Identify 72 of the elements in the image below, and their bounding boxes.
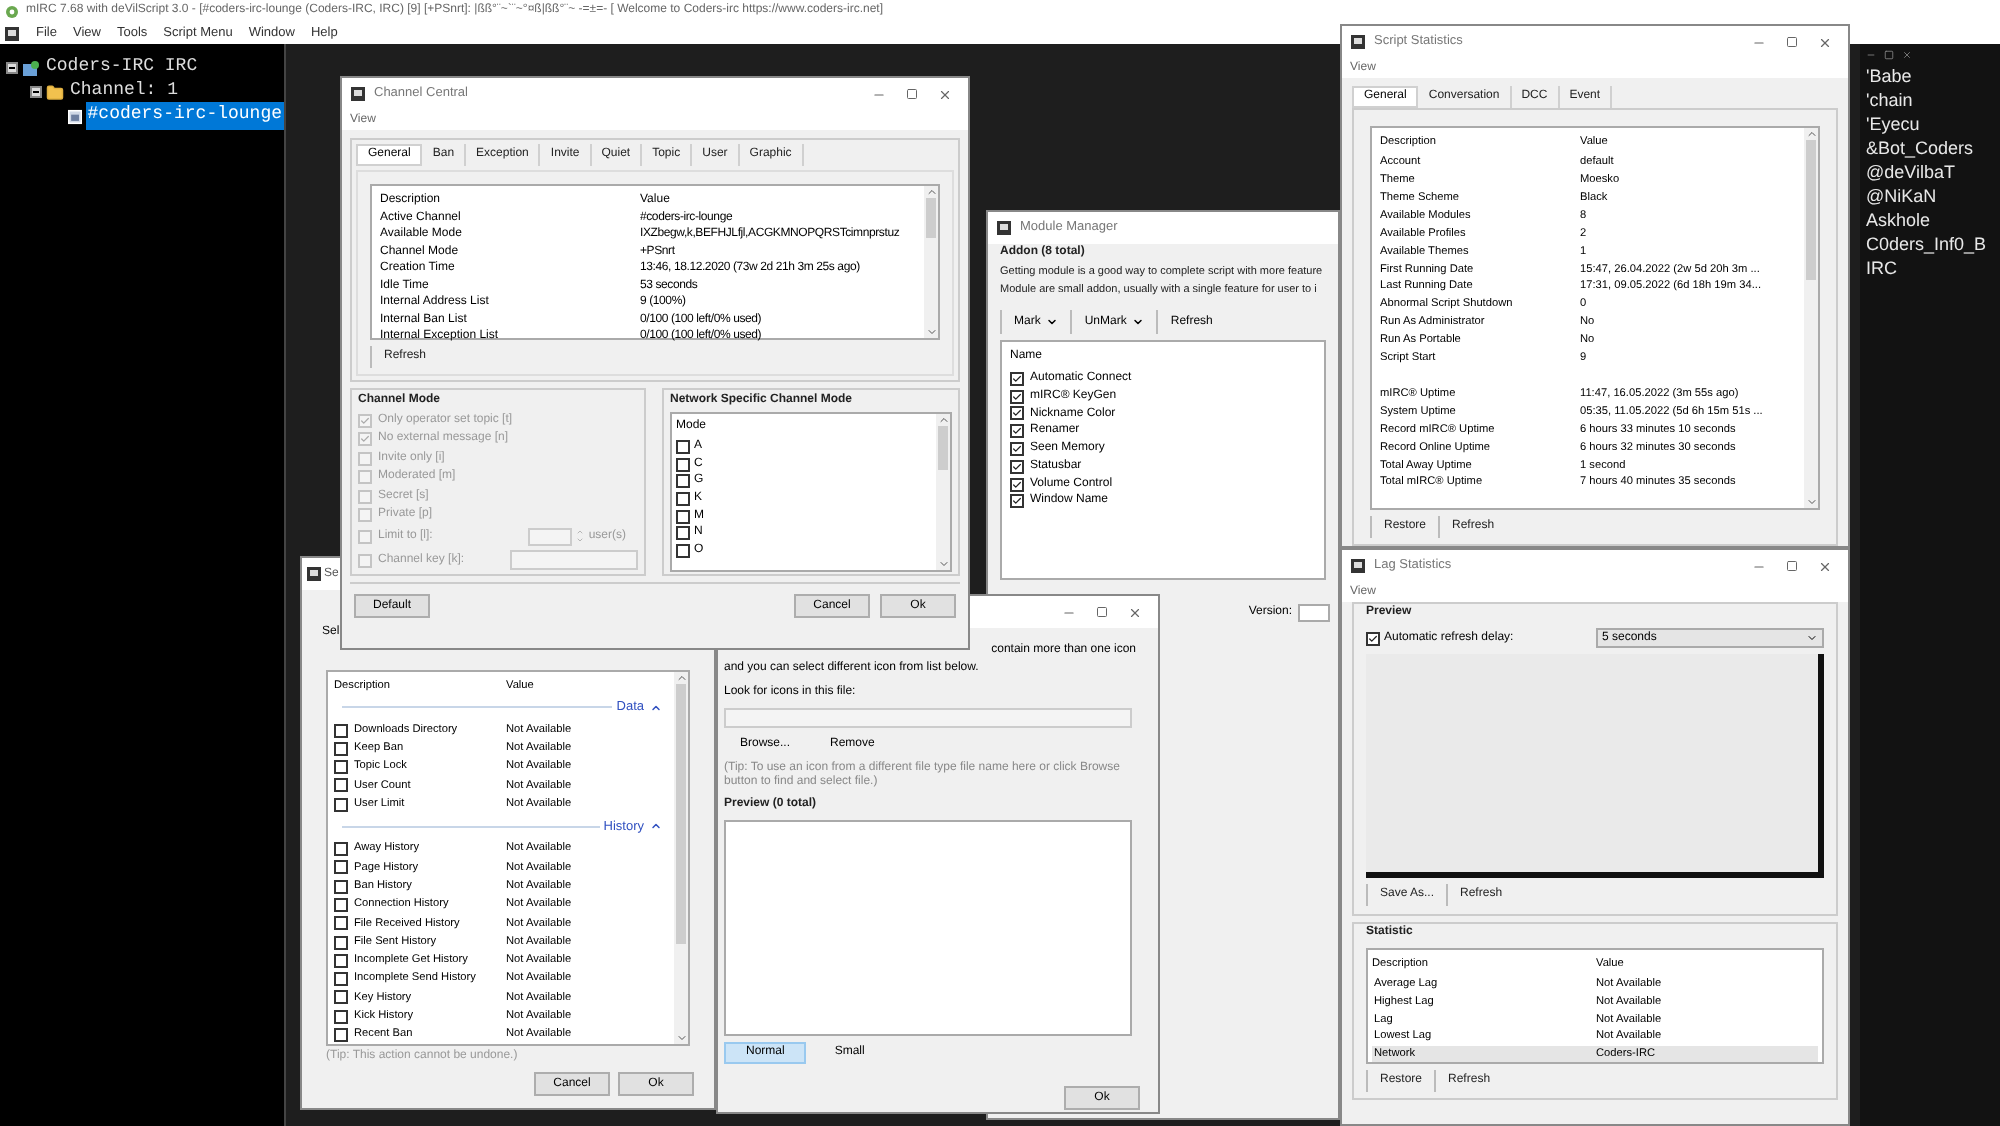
- checkbox[interactable]: [676, 457, 690, 472]
- checkbox[interactable]: [334, 723, 348, 738]
- checkbox[interactable]: [1366, 631, 1380, 645]
- collapse-icon: [650, 701, 662, 714]
- tree-item[interactable]: Channel: 1: [68, 78, 181, 106]
- caret-icon: [1132, 316, 1145, 328]
- nickname[interactable]: @NiKaN: [1866, 184, 1994, 208]
- maximize-button[interactable]: [1786, 36, 1798, 48]
- checkbox[interactable]: [676, 439, 690, 454]
- app-icon: [4, 25, 20, 41]
- close-button[interactable]: [1128, 605, 1142, 619]
- folder-icon: [46, 83, 64, 101]
- checkbox[interactable]: [334, 916, 348, 931]
- checkbox[interactable]: [334, 935, 348, 949]
- version-field[interactable]: [1298, 604, 1330, 622]
- nickname[interactable]: @deVilbaT: [1866, 160, 1994, 184]
- nickname[interactable]: Askhole: [1866, 208, 1994, 232]
- checkbox[interactable]: [334, 778, 348, 793]
- checkbox[interactable]: [676, 474, 690, 489]
- checkbox[interactable]: [1010, 424, 1024, 439]
- nickname[interactable]: 'Eyecu: [1866, 112, 1994, 136]
- nickname[interactable]: IRC: [1866, 256, 1994, 280]
- checkbox[interactable]: [334, 760, 348, 775]
- checkbox[interactable]: [334, 972, 348, 987]
- checkbox[interactable]: [676, 491, 690, 506]
- close-button[interactable]: [1818, 35, 1832, 49]
- checkbox[interactable]: [334, 1027, 348, 1042]
- checkbox[interactable]: [334, 1009, 348, 1024]
- nickname[interactable]: 'Babe: [1866, 64, 1994, 88]
- checkbox[interactable]: [334, 741, 348, 756]
- close-button[interactable]: [938, 87, 952, 101]
- nickname[interactable]: 'chain: [1866, 88, 1994, 112]
- maximize-button[interactable]: [1096, 606, 1108, 618]
- app-icon: [306, 566, 322, 582]
- checkbox[interactable]: [1010, 371, 1024, 386]
- checkbox[interactable]: [334, 797, 348, 812]
- nickname[interactable]: C0ders_Inf0_B: [1866, 232, 1994, 256]
- checkbox[interactable]: [1010, 494, 1024, 509]
- maximize-button[interactable]: [906, 88, 918, 100]
- key-field[interactable]: [510, 550, 638, 571]
- checkbox[interactable]: [1010, 389, 1024, 404]
- caret-icon: [1046, 316, 1059, 328]
- tree-item[interactable]: #coders-irc-lounge: [85, 102, 284, 130]
- maximize-button[interactable]: [1786, 560, 1798, 572]
- nickname[interactable]: &Bot_Coders: [1866, 136, 1994, 160]
- number-field[interactable]: [528, 527, 573, 546]
- mdi-restore-icon[interactable]: [1884, 49, 1894, 59]
- collapse-icon: [650, 820, 662, 833]
- channel-icon: [67, 107, 82, 125]
- server-icon: [22, 59, 40, 77]
- checkbox[interactable]: [1010, 477, 1024, 492]
- checkbox[interactable]: [334, 953, 348, 968]
- close-button[interactable]: [1818, 559, 1832, 573]
- checkbox[interactable]: [1010, 406, 1024, 421]
- checkbox[interactable]: [334, 879, 348, 894]
- checkbox[interactable]: [676, 509, 690, 524]
- file-field[interactable]: [724, 708, 1132, 728]
- checkbox[interactable]: [334, 842, 348, 857]
- checkbox[interactable]: [1010, 459, 1024, 474]
- collapse-icon[interactable]: [30, 86, 42, 98]
- app-icon: [996, 220, 1012, 236]
- checkbox[interactable]: [334, 990, 348, 1005]
- checkbox[interactable]: [334, 897, 348, 912]
- collapse-icon[interactable]: [6, 62, 18, 74]
- checkbox[interactable]: [676, 543, 690, 558]
- checkbox[interactable]: [334, 860, 348, 875]
- app-icon: [350, 86, 366, 102]
- app-icon: [1350, 34, 1366, 50]
- tree-item[interactable]: Coders-IRC IRC: [44, 54, 200, 82]
- checkbox[interactable]: [676, 526, 690, 541]
- app-icon: [1350, 558, 1366, 574]
- checkbox[interactable]: [1010, 442, 1024, 457]
